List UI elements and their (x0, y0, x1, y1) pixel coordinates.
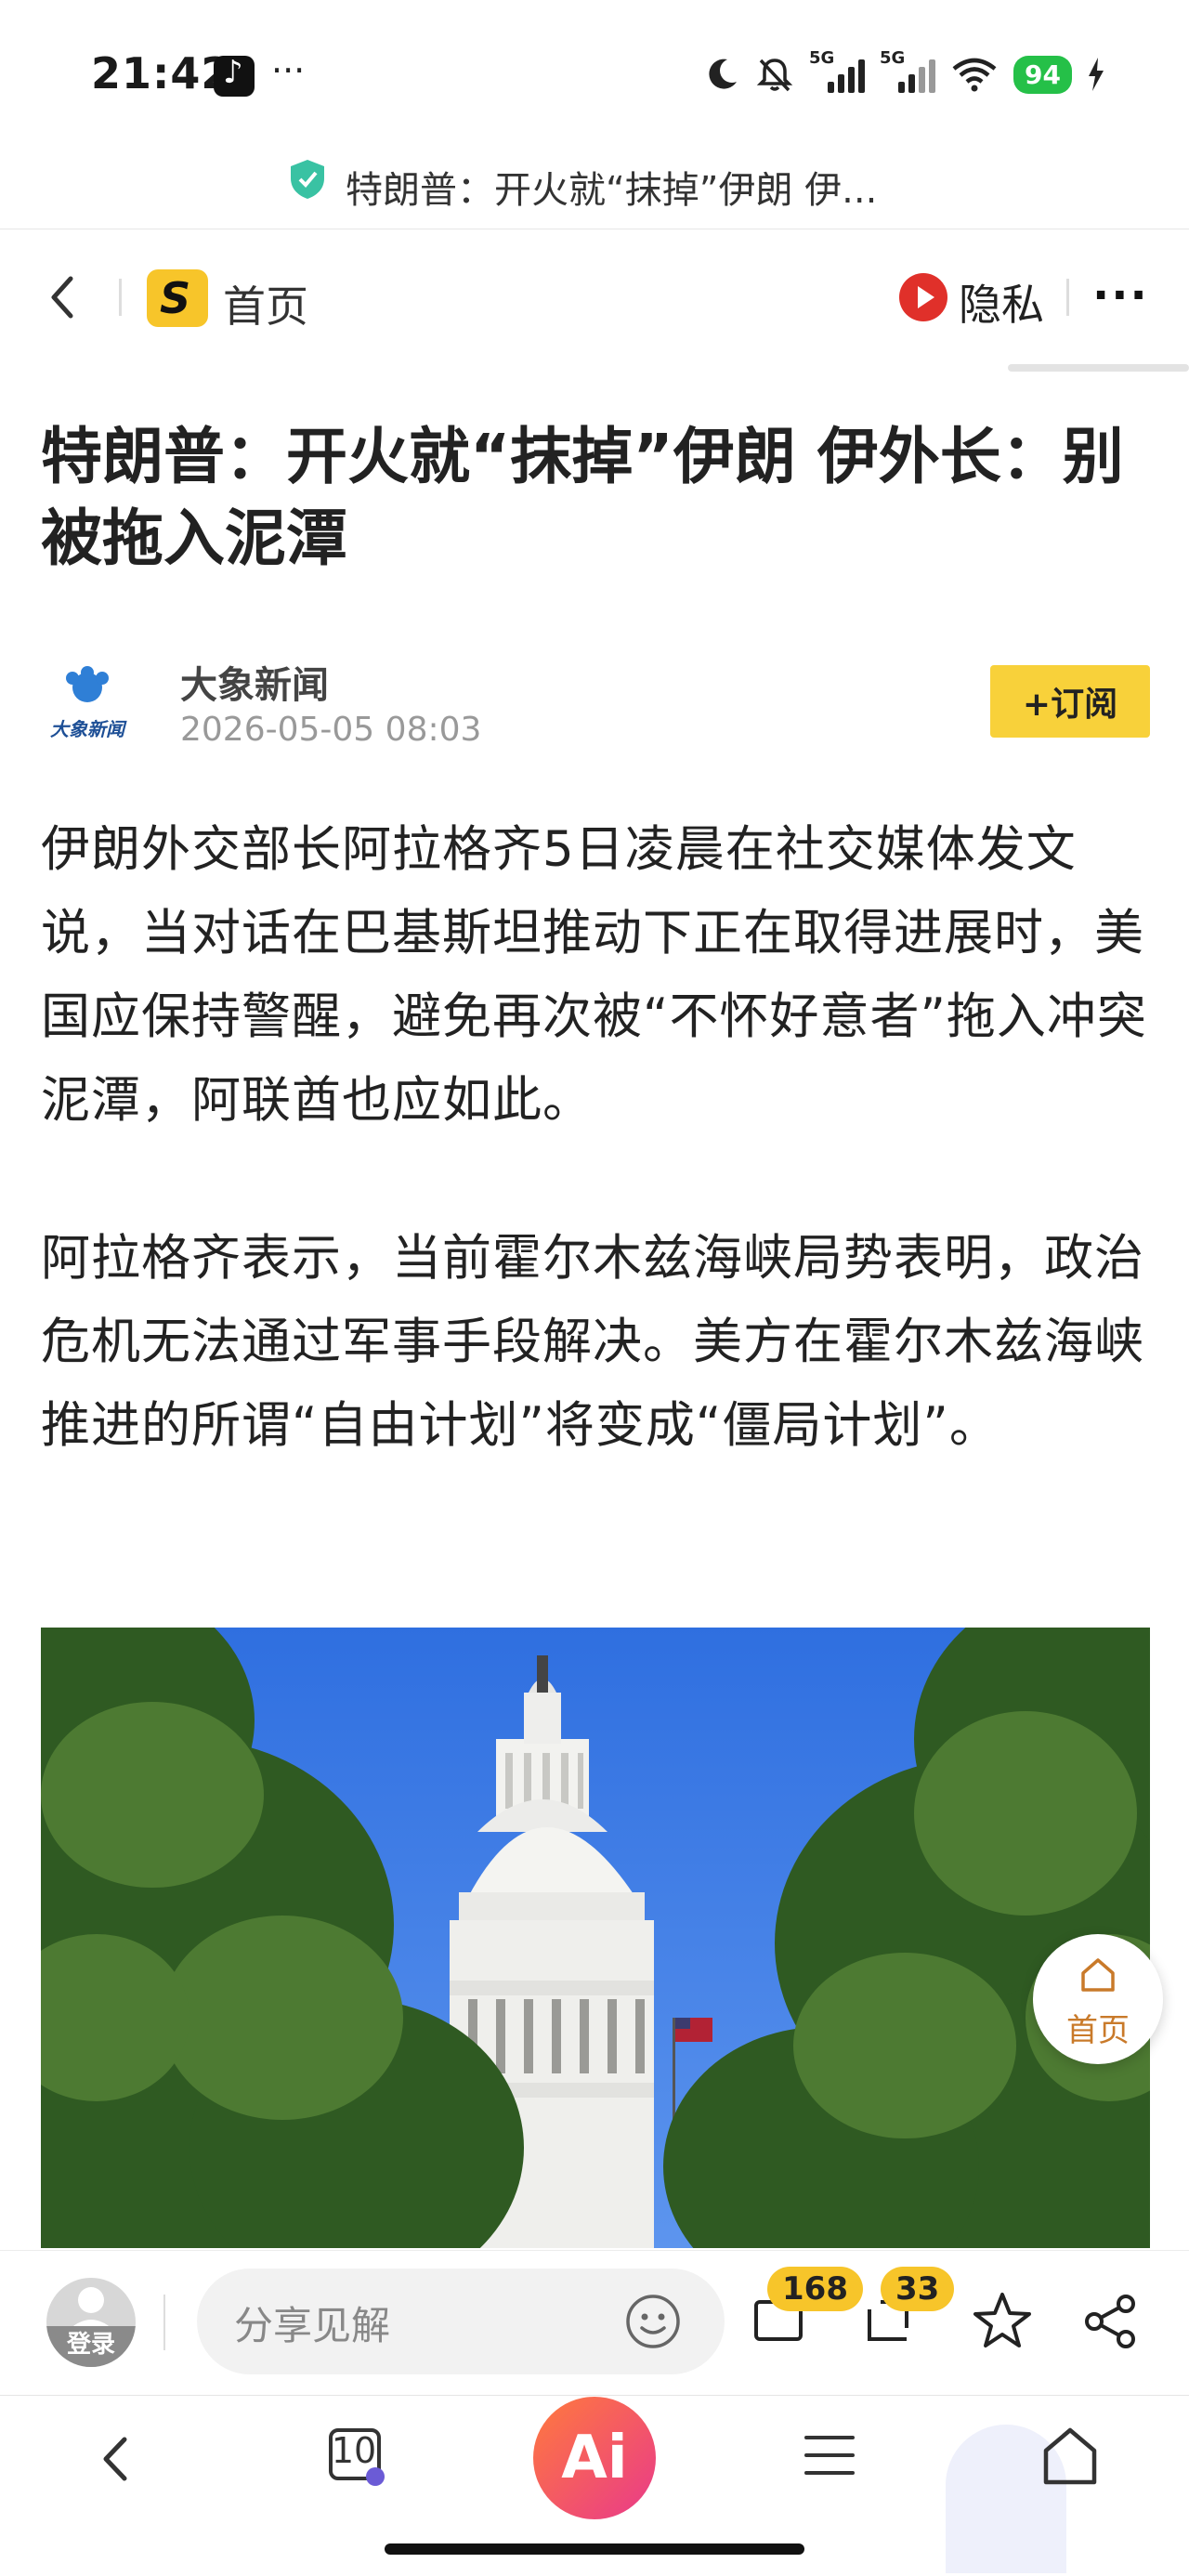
login-label: 登录 (46, 2326, 136, 2367)
home-link[interactable]: 首页 (223, 273, 308, 334)
status-icons: 5G 5G 94 (703, 46, 1105, 102)
ai-assistant-button[interactable]: Ai (533, 2397, 656, 2519)
charging-bolt-icon (1089, 58, 1104, 91)
more-menu-button[interactable]: ··· (1092, 269, 1149, 321)
url-title[interactable]: 特朗普：开火就“抹掉”伊朗 伊... (346, 160, 877, 214)
article-paragraph: 伊朗外交部长阿拉格齐5日凌晨在社交媒体发文说，当对话在巴基斯坦推动下正在取得进展… (41, 821, 1147, 1129)
source-name[interactable]: 大象新闻 (180, 655, 329, 709)
repost-count-badge: 33 (881, 2267, 955, 2311)
wifi-icon (952, 58, 997, 92)
floating-home-button[interactable]: 首页 (1033, 1934, 1163, 2064)
comment-count-badge: 168 (767, 2267, 863, 2311)
share-icon[interactable] (1079, 2291, 1141, 2352)
moon-icon (709, 59, 738, 89)
source-logo-text: 大象新闻 (50, 718, 127, 740)
battery-level: 94 (1013, 55, 1072, 94)
share-insight-placeholder[interactable]: 分享见解 (234, 2295, 390, 2351)
source-logo[interactable]: 大象新闻 (41, 661, 134, 754)
privacy-play-icon[interactable] (899, 273, 947, 321)
favorite-star-icon[interactable] (970, 2289, 1035, 2354)
browser-back-icon[interactable] (93, 2426, 139, 2491)
nav-divider (119, 279, 122, 316)
login-avatar[interactable]: 登录 (46, 2278, 136, 2367)
tiktok-notification-icon (214, 54, 255, 97)
privacy-link[interactable]: 隐私 (959, 271, 1044, 333)
secure-shield-icon (291, 160, 324, 199)
gesture-bar (385, 2543, 804, 2555)
menu-icon[interactable] (801, 2428, 858, 2482)
bar-divider (163, 2295, 165, 2350)
subscribe-button[interactable]: +订阅 (990, 665, 1150, 738)
tabs-button[interactable]: 10 (327, 2425, 386, 2490)
scroll-indicator (1008, 364, 1189, 372)
bell-muted-icon (756, 59, 793, 92)
floating-home-label: 首页 (1066, 2012, 1130, 2049)
article-title: 特朗普：开火就“抹掉”伊朗 伊外长：别被拖入泥潭 (41, 421, 1124, 574)
tabs-count: 10 (331, 2430, 377, 2471)
app-logo[interactable]: S (147, 269, 208, 327)
status-more-icon: ··· (271, 50, 306, 91)
signal-5g-1-icon: 5G (809, 48, 866, 97)
status-time: 21:42 (91, 48, 232, 98)
back-chevron-icon[interactable] (41, 269, 87, 325)
signal-5g-2-icon: 5G (880, 48, 936, 97)
home-icon (1081, 1958, 1115, 1992)
publish-time: 2026-05-05 08:03 (180, 711, 482, 749)
app-logo-letter: S (160, 273, 191, 323)
nav-divider (1066, 279, 1069, 316)
article-image-capitol[interactable] (41, 1628, 1150, 2248)
browser-home-icon[interactable] (1039, 2423, 1102, 2490)
article-paragraph: 阿拉格齐表示，当前霍尔木兹海峡局势表明，政治危机无法通过军事手段解决。美方在霍尔… (41, 1230, 1144, 1454)
emoji-icon[interactable] (624, 2293, 682, 2350)
